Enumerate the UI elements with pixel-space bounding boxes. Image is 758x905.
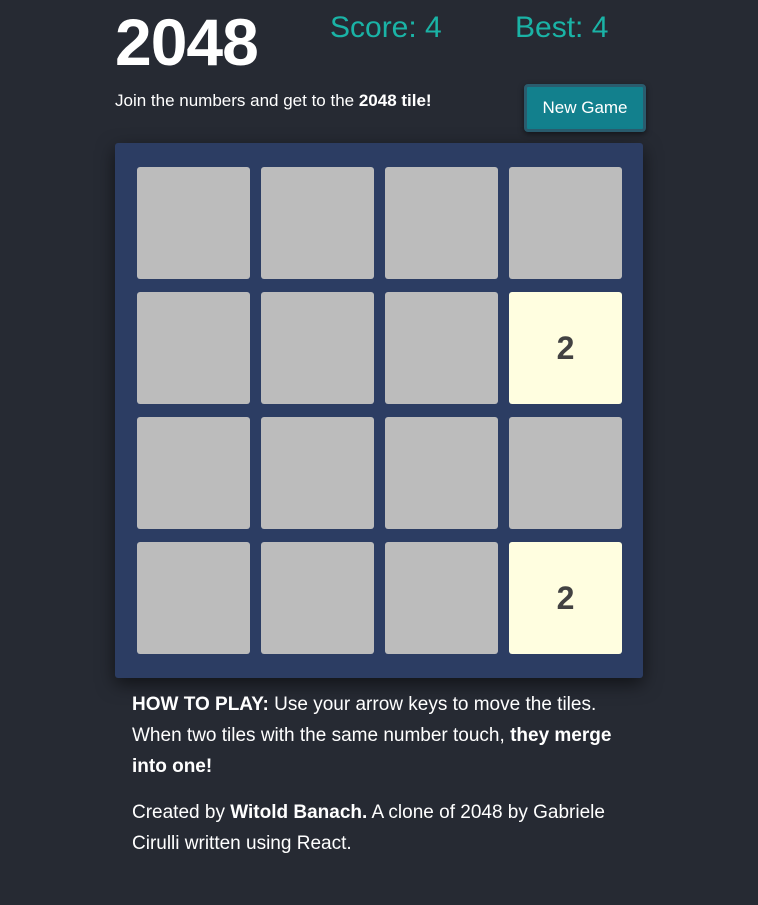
credits: Created by Witold Banach. A clone of 204… [132,797,632,859]
credits-author: Witold Banach. [230,802,368,823]
empty-cell [509,167,622,279]
tile: 2 [509,542,622,654]
empty-cell [137,167,250,279]
intro-text-main: Join the numbers and get to the [115,91,359,110]
intro-text: Join the numbers and get to the 2048 til… [115,90,432,112]
empty-cell [385,542,498,654]
empty-cell [385,417,498,529]
empty-cell [509,417,622,529]
game-page: 2048 Score: 4 Best: 4 Join the numbers a… [0,0,758,905]
empty-cell [261,167,374,279]
intro-text-goal: 2048 tile! [358,91,432,110]
empty-cell [137,417,250,529]
how-to-play-heading: HOW TO PLAY: [132,694,269,715]
empty-cell [137,542,250,654]
game-title: 2048 [115,5,259,79]
how-to-play: HOW TO PLAY: Use your arrow keys to move… [132,689,632,782]
empty-cell [261,417,374,529]
empty-cell [385,292,498,404]
credits-prefix: Created by [132,802,231,823]
empty-cell [261,292,374,404]
best-score-display: Best: 4 [515,11,609,44]
game-board: 22 [115,143,643,678]
new-game-button[interactable]: New Game [524,84,646,132]
empty-cell [385,167,498,279]
empty-cell [261,542,374,654]
empty-cell [137,292,250,404]
score-display: Score: 4 [330,11,442,44]
tile: 2 [509,292,622,404]
